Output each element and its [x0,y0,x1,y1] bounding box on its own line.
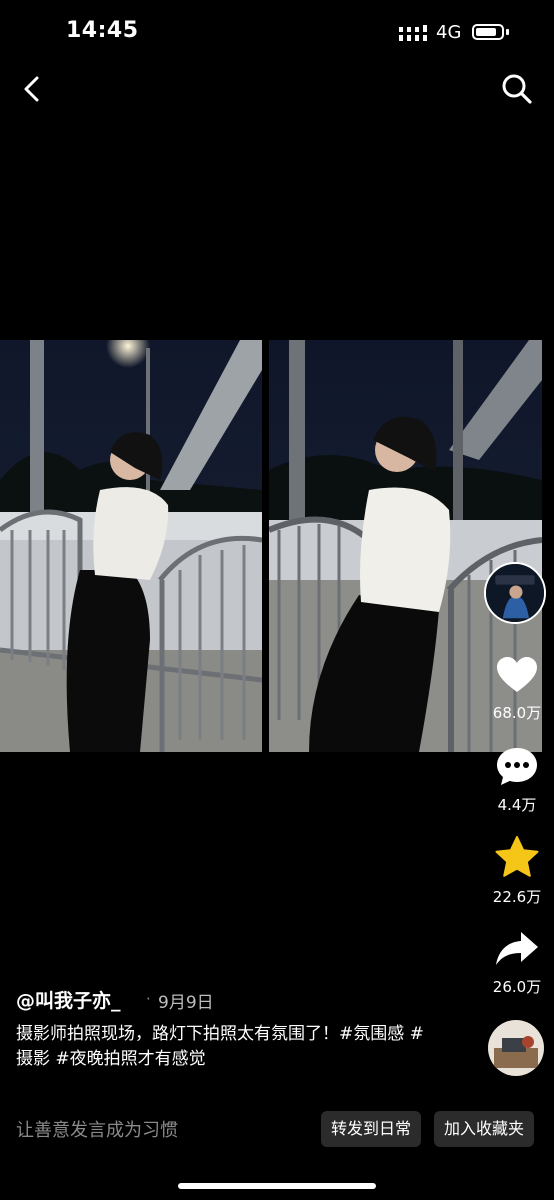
comment-icon [497,748,537,785]
share-arrow-icon [496,932,538,965]
comment-input[interactable]: 让善意发言成为习惯 [16,1116,178,1142]
comment-count: 4.4万 [497,796,537,814]
meta-separator: · [146,990,151,1008]
like-count: 68.0万 [492,704,542,722]
favorite-count: 22.6万 [492,888,542,906]
share-button[interactable]: 26.0万 [486,930,548,997]
repost-to-daily-button[interactable]: 转发到日常 [321,1111,422,1147]
music-disc[interactable] [488,1020,544,1076]
music-cover-icon [488,1020,544,1076]
status-time: 14:45 [66,18,139,43]
comment-button[interactable]: 4.4万 [486,746,548,815]
avatar-image [486,564,544,622]
network-label: 4G [436,22,462,43]
like-button[interactable]: 68.0万 [486,656,548,723]
post-date: 9月9日 [158,993,214,1013]
star-icon [495,836,539,877]
author-name[interactable]: @叫我子亦_ [16,986,121,1013]
post-description[interactable]: 摄影师拍照现场，路灯下拍照太有氛围了！#氛围感 #摄影 #夜晚拍照才有感觉 [16,1022,426,1072]
author-avatar[interactable] [484,562,546,624]
battery-icon [472,24,504,40]
battery-tip [506,29,509,35]
search-button[interactable] [500,72,534,106]
add-to-favorites-button[interactable]: 加入收藏夹 [434,1111,535,1147]
share-count: 26.0万 [492,978,542,996]
home-indicator [178,1183,376,1189]
signal-icon [399,25,427,41]
back-button[interactable] [18,74,48,104]
heart-icon [497,657,537,692]
favorite-button[interactable]: 22.6万 [486,836,548,907]
photo-left[interactable] [0,340,262,752]
